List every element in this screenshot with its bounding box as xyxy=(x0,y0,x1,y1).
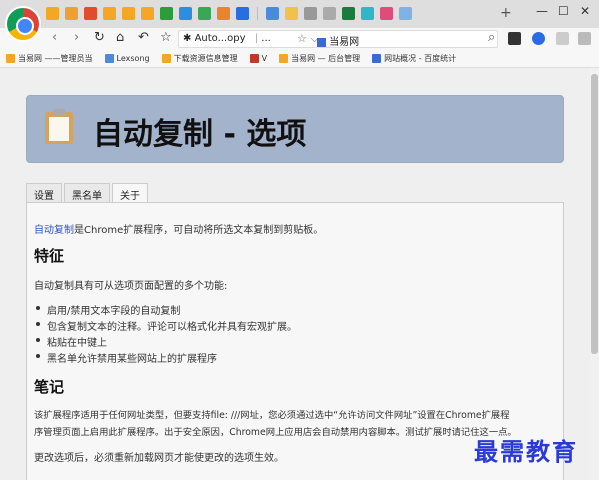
pinned-tab-icon[interactable] xyxy=(84,7,97,20)
notes-line: 该扩展程序适用于任何网址类型，但要支持file: ///网址，您必须通过选中“允… xyxy=(34,410,510,421)
scroll-thumb[interactable] xyxy=(591,74,598,354)
notes-line: 序管理页面上启用此扩展程序。出于安全原因，Chrome网上应用店会自动禁用内容脚… xyxy=(34,427,517,438)
pinned-tab-icon[interactable] xyxy=(217,7,230,20)
header-card: 自动复制 - 选项 xyxy=(26,95,564,163)
chrome-logo-icon xyxy=(5,6,41,42)
pinned-tab-icon[interactable] xyxy=(323,7,336,20)
tab-strip: + — ☐ ✕ xyxy=(0,0,599,42)
bookmark-item[interactable]: 当易网 — 后台管理 xyxy=(279,53,360,64)
tab-2[interactable]: 关于 xyxy=(112,183,148,202)
features-intro: 自动复制具有可从选项页面配置的多个功能: xyxy=(34,281,228,292)
pinned-tab-icon[interactable] xyxy=(342,7,355,20)
bookmark-item[interactable]: 网站概况 - 百度统计 xyxy=(372,53,456,64)
page-title: 自动复制 - 选项 xyxy=(93,117,307,152)
bookmark-item[interactable]: Lexsong xyxy=(104,54,150,63)
watermark: 最需教育 xyxy=(474,437,578,466)
bookmark-favicon-icon xyxy=(6,54,15,63)
browser-toolbar: ‹ › ↻ ⌂ ↶ ☆ ✱ Auto...opy | ... ☆ ⌵ 当易网 ⌕ xyxy=(0,28,599,50)
pinned-tab-icon[interactable] xyxy=(285,7,298,20)
pinned-tab-icon[interactable] xyxy=(361,7,374,20)
options-tabs: 设置 黑名单 关于 xyxy=(26,183,148,202)
tab-separator xyxy=(257,7,258,20)
bookmark-label: 网站概况 - 百度统计 xyxy=(384,54,457,63)
pinned-tab-icon[interactable] xyxy=(236,7,249,20)
list-item: 黑名单允许禁用某些网站上的扩展程序 xyxy=(36,350,217,365)
star-icon[interactable]: ☆ ⌵ xyxy=(297,32,319,46)
home-icon[interactable]: ⌂ xyxy=(116,30,124,45)
features-heading: 特征 xyxy=(34,247,65,265)
pinned-tab-icon[interactable] xyxy=(266,7,279,20)
bookmark-label: 下载资源信息管理 xyxy=(173,54,238,63)
options-page: 自动复制 - 选项 设置 黑名单 关于 自动复制是Chrome扩展程序，可自动将所选… xyxy=(0,68,590,480)
pinned-tab-icon[interactable] xyxy=(122,7,135,20)
bookmark-item[interactable]: V xyxy=(249,54,268,63)
pinned-tab-icon[interactable] xyxy=(380,7,393,20)
extension-icon[interactable] xyxy=(556,32,569,45)
pinned-tab-icon[interactable] xyxy=(399,7,412,20)
bookmark-label: 当易网 ——管理员当 xyxy=(18,54,93,63)
site-favicon-icon xyxy=(317,37,326,47)
bookmark-label: V xyxy=(261,54,268,63)
puzzle-icon: ✱ xyxy=(183,33,195,44)
reload-icon[interactable]: ↻ xyxy=(94,30,105,45)
bookmark-star-icon[interactable]: ☆ xyxy=(160,30,172,45)
intro-link[interactable]: 自动复制 xyxy=(34,225,74,236)
address-text: ✱ Auto...opy | ... xyxy=(183,33,271,44)
list-item: 启用/禁用文本字段的自动复制 xyxy=(35,302,180,317)
pinned-tab-icon[interactable] xyxy=(65,7,78,20)
bookmark-item[interactable]: 下载资源信息管理 xyxy=(161,53,238,64)
pinned-tab-icon[interactable] xyxy=(304,7,317,20)
pinned-tab-icon[interactable] xyxy=(160,7,173,20)
undo-icon[interactable]: ↶ xyxy=(138,30,149,45)
bookmark-favicon-icon xyxy=(279,54,289,63)
bookmark-favicon-icon xyxy=(372,54,382,63)
tab-1[interactable]: 黑名单 xyxy=(64,183,110,202)
bookmark-favicon-icon xyxy=(249,54,259,63)
bookmark-item[interactable]: 当易网 ——管理员当 xyxy=(6,53,93,64)
pinned-tab-icon[interactable] xyxy=(141,7,154,20)
pinned-tabs xyxy=(46,7,412,20)
site-label: 当易网 xyxy=(317,33,359,48)
bookmark-favicon-icon xyxy=(104,54,114,63)
address-bar[interactable]: ✱ Auto...opy | ... ☆ ⌵ 当易网 xyxy=(178,30,498,48)
notes-heading: 笔记 xyxy=(34,378,65,396)
back-icon[interactable]: ‹ xyxy=(52,30,57,45)
list-item: 包含复制文本的注释。评论可以格式化并具有宏观扩展。 xyxy=(36,318,297,333)
bookmark-label: Lexsong xyxy=(116,54,150,63)
list-item: 粘贴在中键上 xyxy=(36,334,107,349)
bookmark-label: 当易网 — 后台管理 xyxy=(291,54,361,63)
tab-0[interactable]: 设置 xyxy=(26,183,62,202)
pinned-tab-icon[interactable] xyxy=(198,7,211,20)
bookmarks-bar: 当易网 ——管理员当 Lexsong 下载资源信息管理 V 当易网 — 后台管理 网站概况… xyxy=(0,50,599,68)
bookmark-favicon-icon xyxy=(161,54,171,63)
intro-text: 自动复制是Chrome扩展程序，可自动将所选文本复制到剪贴板。 xyxy=(34,225,324,236)
clipboard-icon xyxy=(45,109,73,144)
scrollbar[interactable] xyxy=(590,68,599,480)
notes-line: 更改选项后，必须重新加载网页才能使更改的选项生效。 xyxy=(34,453,284,464)
extension-v-icon[interactable] xyxy=(532,32,545,45)
pinned-tab-icon[interactable] xyxy=(179,7,192,20)
menu-icon[interactable] xyxy=(578,32,591,45)
minimize-button[interactable]: — xyxy=(536,4,548,18)
forward-icon[interactable]: › xyxy=(74,30,79,45)
new-tab-button[interactable]: + xyxy=(500,5,512,21)
close-button[interactable]: ✕ xyxy=(580,4,590,18)
pinned-tab-icon[interactable] xyxy=(103,7,116,20)
pinned-tab-icon[interactable] xyxy=(46,7,59,20)
search-icon[interactable]: ⌕ xyxy=(488,30,495,45)
maximize-button[interactable]: ☐ xyxy=(558,4,569,18)
extension-copy-icon[interactable] xyxy=(508,32,521,45)
